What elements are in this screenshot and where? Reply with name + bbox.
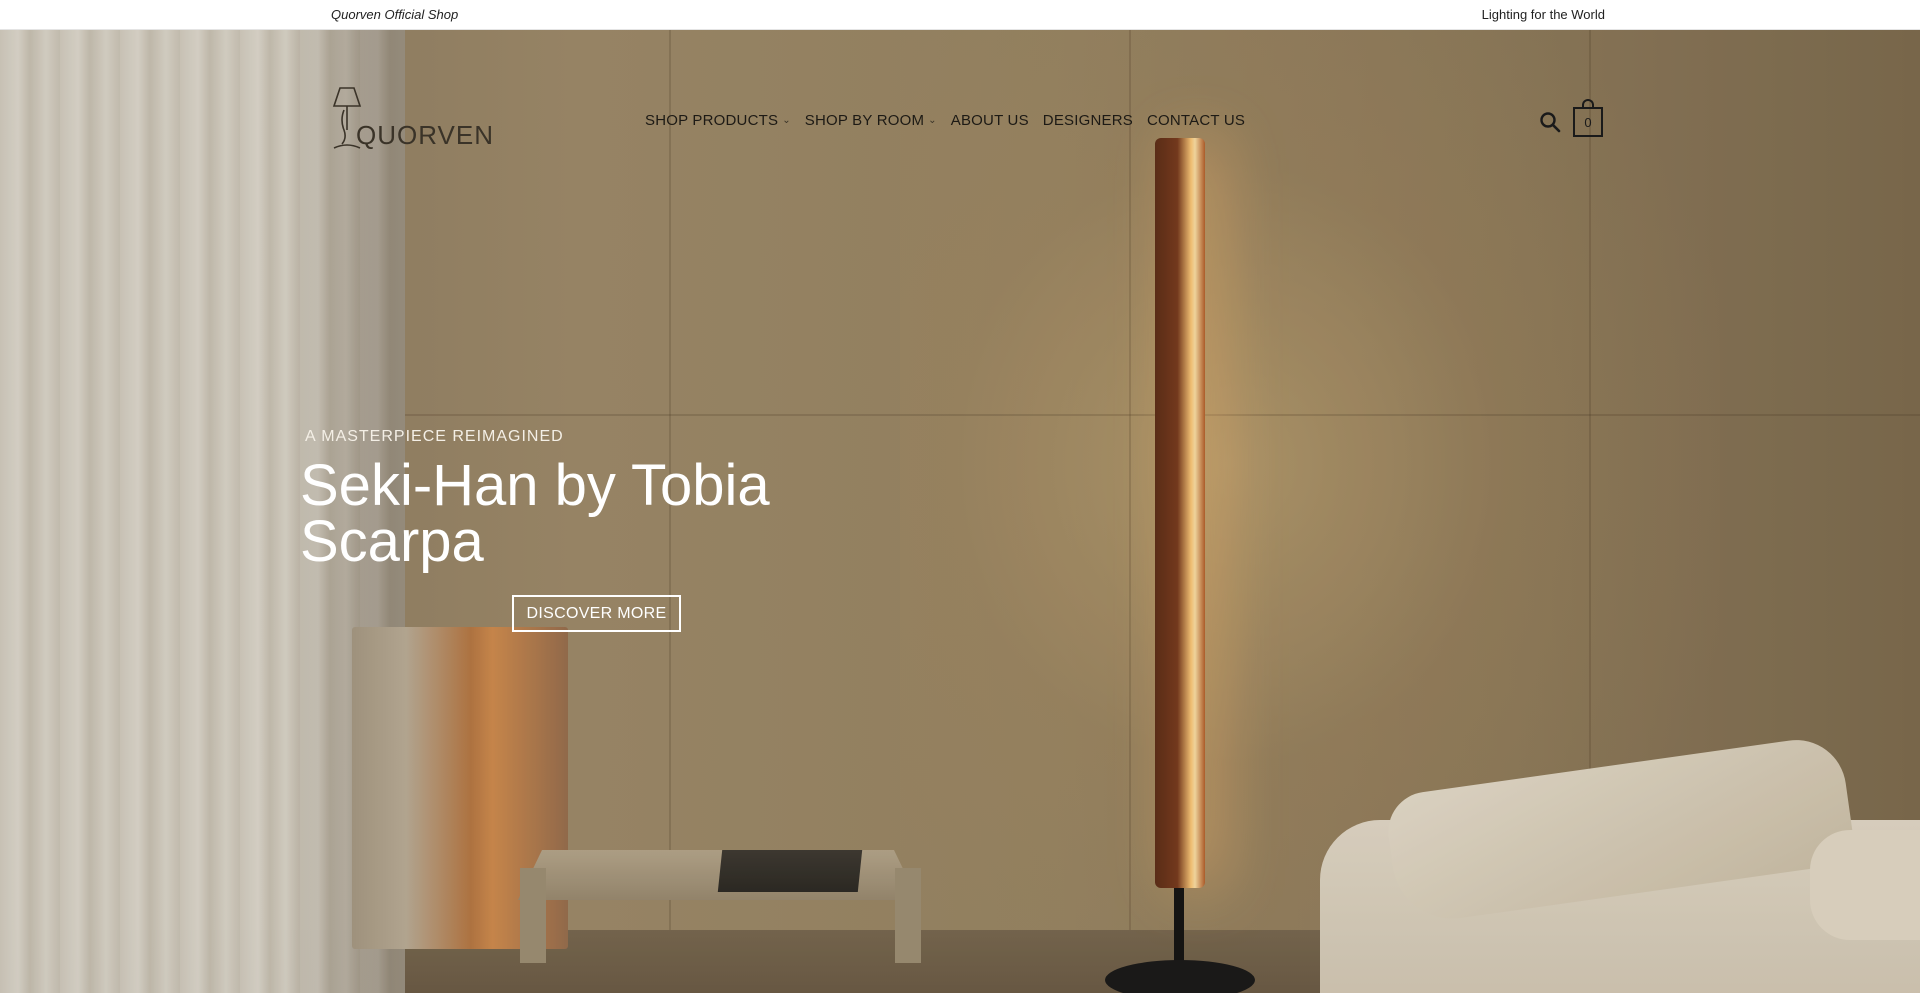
hero-banner (0, 30, 1920, 993)
shop-tagline: Quorven Official Shop (331, 7, 459, 22)
nav-label: DESIGNERS (1042, 112, 1133, 129)
hero-overlay (0, 30, 1920, 993)
nav-shop-by-room[interactable]: SHOP BY ROOM ⌄ (805, 112, 937, 129)
announcement-bar: Quorven Official Shop Lighting for the W… (0, 0, 1920, 30)
cart-button[interactable]: 0 (1573, 107, 1603, 137)
brand-slogan: Lighting for the World (1481, 7, 1605, 22)
search-icon[interactable] (1539, 111, 1561, 133)
chevron-down-icon: ⌄ (928, 115, 937, 126)
discover-more-button[interactable]: DISCOVER MORE (512, 595, 681, 632)
cart-count: 0 (1584, 114, 1592, 130)
nav-contact-us[interactable]: CONTACT US (1147, 112, 1245, 129)
nav-shop-products[interactable]: SHOP PRODUCTS ⌄ (645, 112, 791, 129)
nav-designers[interactable]: DESIGNERS (1043, 112, 1133, 129)
hero-headline: Seki-Han by Tobia Scarpa (300, 453, 770, 574)
chevron-down-icon: ⌄ (782, 115, 791, 126)
logo-wordmark[interactable]: QUORVEN (356, 120, 494, 151)
nav-label: SHOP BY ROOM (804, 112, 925, 129)
nav-label: CONTACT US (1146, 112, 1246, 129)
hero-eyebrow: A MASTERPIECE REIMAGINED (305, 428, 564, 445)
main-nav: SHOP PRODUCTS ⌄ SHOP BY ROOM ⌄ ABOUT US … (645, 112, 1259, 129)
nav-label: SHOP PRODUCTS (645, 112, 779, 129)
nav-label: ABOUT US (950, 112, 1029, 129)
nav-about-us[interactable]: ABOUT US (951, 112, 1029, 129)
